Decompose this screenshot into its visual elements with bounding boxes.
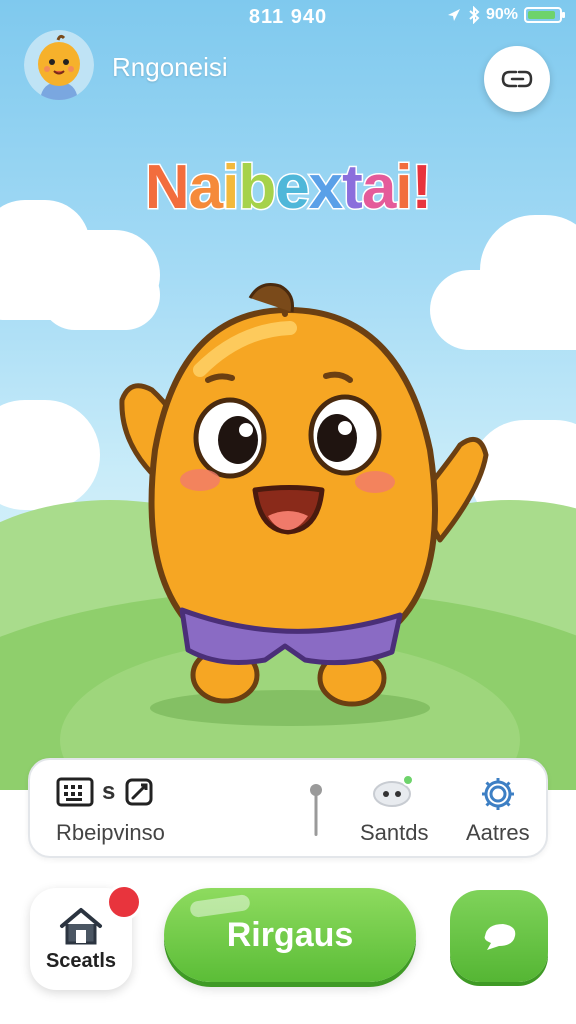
sounds-label: Santds — [360, 820, 429, 845]
settings-tool[interactable]: Aatres — [466, 774, 530, 846]
chick-avatar-icon — [24, 30, 94, 100]
chat-bubble-icon — [484, 924, 516, 950]
sounds-tool[interactable]: Santds — [360, 774, 429, 846]
speech-bubble-icon — [373, 774, 415, 807]
title-letter: x — [307, 152, 345, 224]
bottom-bar: Sceatls Rirgaus — [0, 870, 576, 1024]
title-letter: ! — [410, 152, 434, 224]
battery-percent: 90% — [485, 6, 518, 23]
title-letter: i — [394, 152, 414, 224]
status-bar: 811 940 90% — [0, 0, 576, 36]
username: Rngoneisi — [112, 52, 228, 82]
avatar[interactable] — [24, 30, 94, 100]
edit-icon — [125, 778, 153, 806]
battery-level — [528, 11, 555, 19]
keyboard-icon — [56, 777, 94, 807]
title-letter: b — [237, 152, 278, 224]
main-action-button[interactable]: Rirgaus — [164, 888, 416, 982]
keyboard-tool[interactable]: s — [56, 776, 155, 808]
notification-badge — [106, 884, 142, 920]
gear-icon — [481, 778, 514, 810]
title-letter: a — [360, 152, 398, 224]
bluetooth-icon — [469, 6, 480, 24]
tool-left-label: Rbeipvinso — [56, 820, 165, 845]
app-title: Naibextai! — [0, 152, 576, 224]
home-label: Sceatls — [45, 949, 117, 972]
tool-card: s Rbeipvinso Santds Aatres — [28, 758, 548, 858]
link-button[interactable] — [484, 46, 550, 112]
mascot-character — [119, 283, 489, 726]
link-icon — [501, 70, 533, 88]
status-icons: 90% — [446, 6, 565, 24]
chat-button[interactable] — [450, 890, 548, 982]
navigation-icon — [447, 9, 460, 21]
title-letter: a — [187, 152, 225, 224]
title-letter: N — [143, 152, 191, 224]
pin-icon — [310, 784, 322, 836]
house-icon — [60, 907, 102, 944]
title-letter: i — [221, 152, 241, 224]
battery-icon — [524, 7, 565, 23]
cloud-left-low — [0, 400, 100, 510]
title-letter: e — [274, 152, 312, 224]
title-letter: t — [341, 152, 365, 224]
tool-shortcut-text: s — [102, 778, 116, 805]
settings-label: Aatres — [466, 820, 530, 845]
